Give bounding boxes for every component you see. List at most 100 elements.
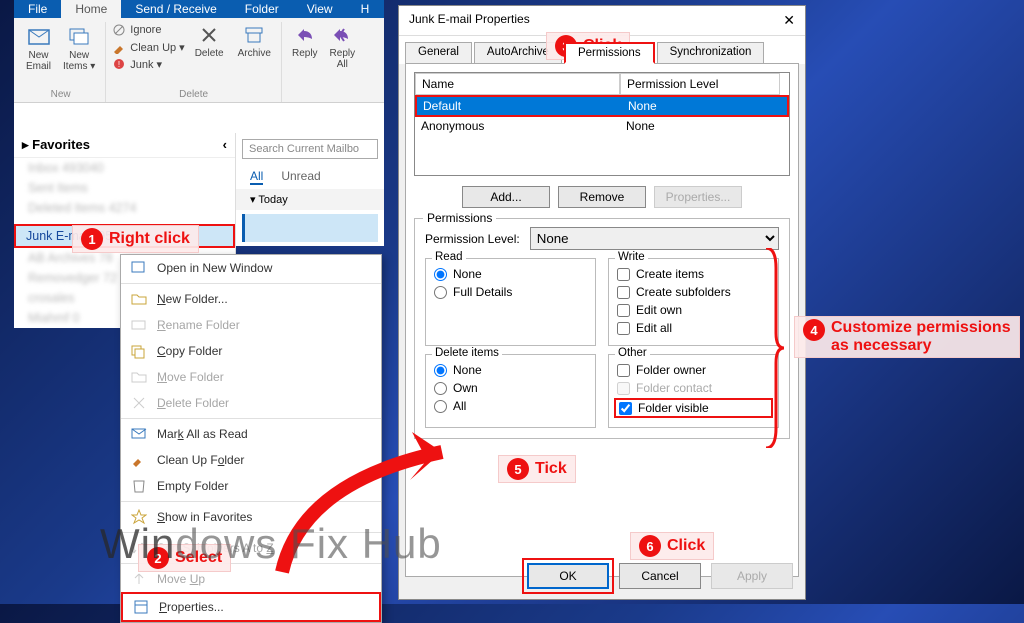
col-name[interactable]: Name (415, 73, 620, 95)
group-new-label: New (51, 89, 71, 102)
reply-icon (294, 24, 316, 46)
ignore-icon (112, 23, 126, 37)
today-group[interactable]: ▾ Today (236, 189, 384, 210)
read-fieldset: Read None Full Details (425, 258, 596, 346)
edit-all-check[interactable]: Edit all (617, 319, 770, 337)
reply-all-icon (331, 24, 353, 46)
write-fieldset: Write Create items Create subfolders Edi… (608, 258, 779, 346)
ctx-open-new-window[interactable]: Open in New Window (121, 255, 381, 281)
delete-icon (198, 24, 220, 46)
create-subfolders-check[interactable]: Create subfolders (617, 283, 770, 301)
reply-button[interactable]: Reply (288, 22, 322, 72)
star-icon (131, 509, 147, 525)
callout-2: 2Select (138, 544, 231, 572)
search-input[interactable]: Search Current Mailbo (242, 139, 378, 159)
permissions-fieldset: Permissions Permission Level: None Read … (414, 218, 790, 439)
close-button[interactable]: ✕ (783, 12, 795, 29)
cancel-button[interactable]: Cancel (619, 563, 701, 589)
tab-home[interactable]: Home (61, 0, 121, 18)
delete-all-radio[interactable]: All (434, 397, 587, 415)
add-button[interactable]: Add... (462, 186, 550, 208)
new-items-icon (67, 24, 91, 48)
callout-1: 1Right click (72, 225, 199, 253)
ctx-properties[interactable]: Properties... (121, 592, 381, 622)
svg-text:!: ! (118, 60, 120, 69)
new-email-button[interactable]: New Email (22, 22, 55, 74)
ctx-delete-folder: Delete Folder (121, 390, 381, 416)
perm-row-default[interactable]: DefaultNone (415, 95, 789, 117)
broom-icon (112, 40, 126, 54)
empty-icon (131, 478, 147, 494)
mark-read-icon (131, 426, 147, 442)
callout-4: 4Customize permissionsas necessary (794, 316, 1020, 358)
ctx-move-folder: Move Folder (121, 364, 381, 390)
group-delete-label: Delete (179, 89, 208, 102)
delete-folder-icon (131, 395, 147, 411)
tab-sendreceive[interactable]: Send / Receive (121, 0, 230, 18)
tab-permissions[interactable]: Permissions (564, 42, 655, 64)
message-item[interactable] (242, 214, 378, 242)
new-folder-icon (131, 291, 147, 307)
folder-visible-check[interactable]: Folder visible (614, 398, 773, 418)
archive-icon (243, 24, 265, 46)
ok-button[interactable]: OK (527, 563, 609, 589)
envelope-icon (27, 24, 51, 48)
ignore-button[interactable]: Ignore (112, 22, 184, 38)
archive-button[interactable]: Archive (234, 22, 275, 72)
perm-level-label: Permission Level: (425, 232, 520, 246)
ribbon: New Email New Items ▾ New Ignore Clean U… (14, 18, 384, 103)
fav-blur-item[interactable]: Sent Items (14, 178, 235, 198)
read-full-radio[interactable]: Full Details (434, 283, 587, 301)
tab-file[interactable]: File (14, 0, 61, 18)
junk-icon: ! (112, 57, 126, 71)
perm-level-select[interactable]: None (530, 227, 779, 250)
tab-folder[interactable]: Folder (231, 0, 293, 18)
tab-general[interactable]: General (405, 42, 472, 64)
cleanup-button[interactable]: Clean Up ▾ (112, 39, 184, 55)
read-none-radio[interactable]: None (434, 265, 587, 283)
favorites-header[interactable]: ▸ Favorites (22, 137, 90, 153)
ribbon-tabs: File Home Send / Receive Folder View H (14, 0, 384, 18)
folder-contact-check[interactable]: Folder contact (617, 379, 770, 397)
folder-owner-check[interactable]: Folder owner (617, 361, 770, 379)
tab-view[interactable]: View (293, 0, 347, 18)
arrow-icon (262, 432, 492, 576)
collapse-icon[interactable]: ‹ (223, 137, 227, 153)
fav-blur-item[interactable]: Inbox 493040 (14, 158, 235, 178)
dialog-title: Junk E-mail Properties (409, 12, 530, 29)
message-list-pane: Search Current Mailbo All Unread ▾ Today (236, 133, 384, 246)
delete-none-radio[interactable]: None (434, 361, 587, 379)
delete-button[interactable]: Delete (191, 22, 228, 72)
other-fieldset: Other Folder owner Folder contact Folder… (608, 354, 779, 428)
remove-button[interactable]: Remove (558, 186, 646, 208)
reply-all-button[interactable]: Reply All (326, 22, 360, 72)
clean-icon (131, 452, 147, 468)
copy-icon (131, 343, 147, 359)
new-items-button[interactable]: New Items ▾ (59, 22, 99, 74)
tab-help[interactable]: H (347, 0, 384, 18)
edit-own-check[interactable]: Edit own (617, 301, 770, 319)
junk-button[interactable]: !Junk ▾ (112, 56, 184, 72)
tab-synchronization[interactable]: Synchronization (657, 42, 765, 64)
apply-button: Apply (711, 563, 793, 589)
row-properties-button: Properties... (654, 186, 742, 208)
callout-5: 5Tick (498, 455, 576, 483)
delete-fieldset: Delete items None Own All (425, 354, 596, 428)
filter-unread[interactable]: Unread (281, 169, 320, 185)
filter-all[interactable]: All (250, 169, 263, 185)
window-icon (131, 260, 147, 276)
create-items-check[interactable]: Create items (617, 265, 770, 283)
perm-row-anonymous[interactable]: AnonymousNone (415, 117, 789, 135)
ctx-new-folder[interactable]: NNew Folder...ew Folder... (121, 286, 381, 312)
callout-6: 6Click (630, 532, 714, 560)
col-permlevel[interactable]: Permission Level (620, 73, 780, 95)
up-icon (131, 571, 147, 587)
ctx-copy-folder[interactable]: Copy Folder (121, 338, 381, 364)
rename-icon (131, 317, 147, 333)
ctx-rename-folder: Rename Folder (121, 312, 381, 338)
fav-blur-item[interactable] (14, 218, 235, 224)
brace-icon (764, 248, 784, 448)
delete-own-radio[interactable]: Own (434, 379, 587, 397)
fav-blur-item[interactable]: Deleted Items 4274 (14, 198, 235, 218)
permissions-legend: Permissions (423, 211, 496, 225)
